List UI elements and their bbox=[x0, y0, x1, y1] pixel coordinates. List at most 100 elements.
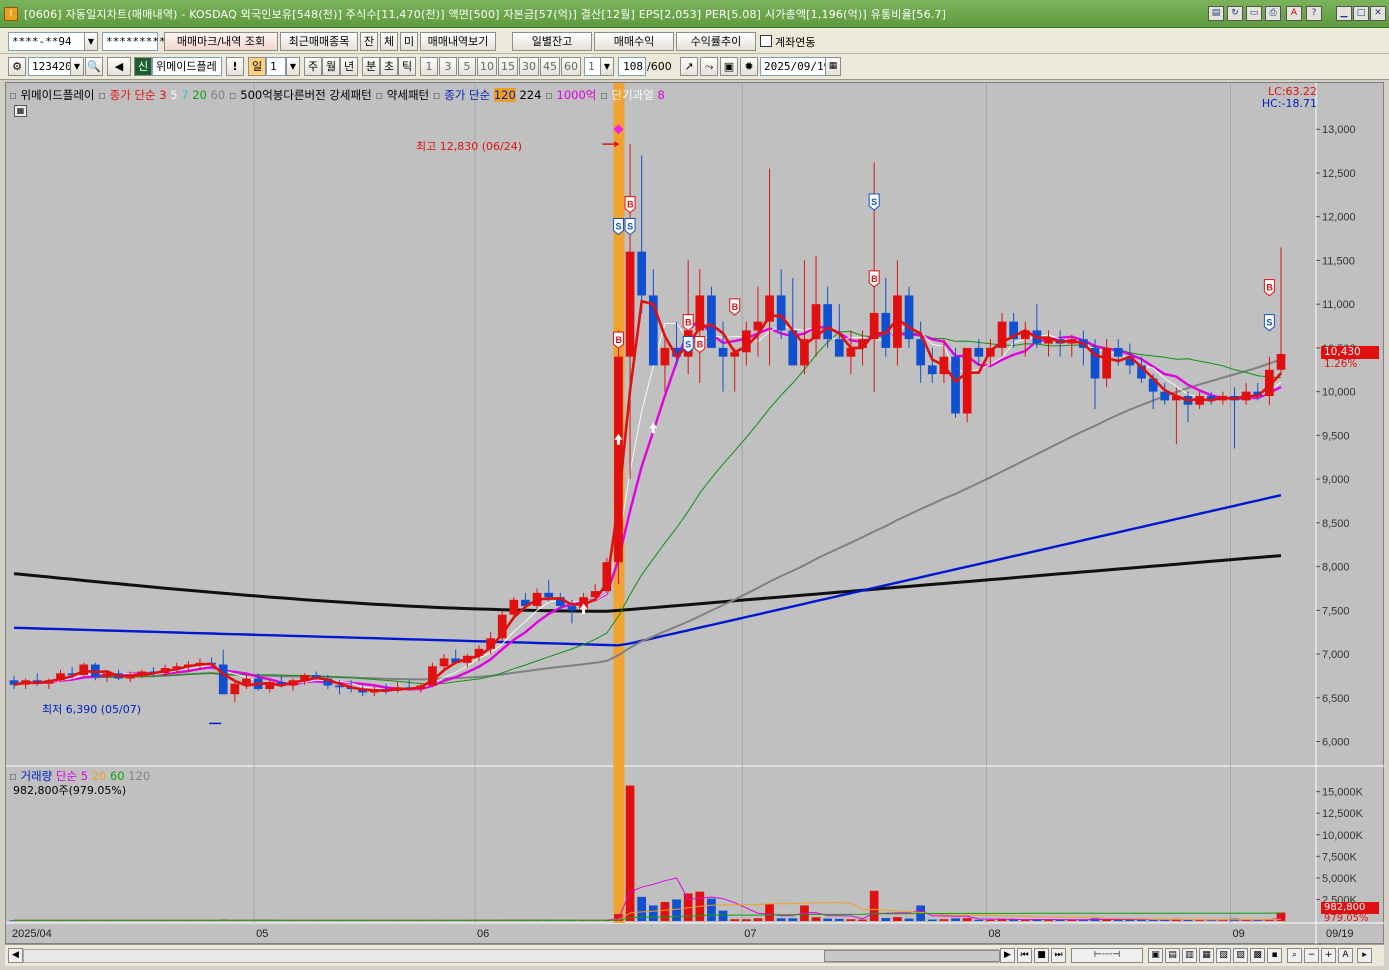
stop-icon[interactable]: ■ bbox=[1034, 948, 1049, 963]
trade-marker-label: B bbox=[685, 318, 692, 328]
layout-icon-1[interactable]: ▣ bbox=[1148, 948, 1163, 963]
interval-10-button[interactable]: 10 bbox=[477, 57, 497, 76]
calendar-icon[interactable]: ▦ bbox=[825, 57, 841, 76]
daily-balance-button[interactable]: 일별잔고 bbox=[512, 32, 592, 51]
minimize-icon[interactable]: ▁ bbox=[1336, 6, 1352, 21]
y-tick-label: 11,000 bbox=[1322, 299, 1355, 311]
volume-bar bbox=[1195, 920, 1204, 921]
scroll-end-icon[interactable]: ▸ bbox=[1357, 948, 1372, 963]
layout-icon-3[interactable]: ▥ bbox=[1182, 948, 1197, 963]
trend-tool-icon[interactable]: ↗ bbox=[680, 57, 698, 76]
date-field[interactable]: 2025/09/19 bbox=[760, 57, 830, 76]
interval-60-button[interactable]: 60 bbox=[561, 57, 581, 76]
layout-icon-5[interactable]: ▧ bbox=[1216, 948, 1231, 963]
chart-area[interactable]: 13,00012,50012,00011,50011,00010,50010,0… bbox=[5, 82, 1385, 945]
candle-body bbox=[567, 605, 577, 611]
maximize-icon[interactable]: □ bbox=[1353, 6, 1369, 21]
vol-legend-ma5: 5 bbox=[80, 769, 89, 783]
volume-bar bbox=[858, 919, 867, 921]
font-size-button[interactable]: A bbox=[1338, 948, 1353, 963]
magnify-icon[interactable]: ⌕ bbox=[1287, 948, 1302, 963]
mark-query-button[interactable]: 매매마크/내역 조회 bbox=[164, 32, 278, 51]
history-button[interactable]: 매매내역보기 bbox=[420, 32, 496, 51]
link-icon[interactable]: ▤ bbox=[1208, 6, 1224, 21]
range-slider-icon[interactable]: ⊢┈┈⊣ bbox=[1071, 948, 1143, 963]
indicator-icon[interactable]: ⤳ bbox=[700, 57, 718, 76]
help-icon[interactable]: ? bbox=[1306, 6, 1322, 21]
candle-body bbox=[439, 658, 449, 667]
volume-bar bbox=[625, 785, 635, 921]
candle-body bbox=[904, 295, 914, 340]
interval-45-button[interactable]: 45 bbox=[540, 57, 560, 76]
y-tick-label: 7,000 bbox=[1322, 649, 1350, 661]
interval-15-button[interactable]: 15 bbox=[498, 57, 518, 76]
vol-legend-ma60: 60 bbox=[109, 769, 125, 783]
period-min-button[interactable]: 분 bbox=[362, 57, 380, 76]
candle-body bbox=[695, 295, 705, 331]
grid-icon[interactable]: ▦ bbox=[14, 105, 27, 117]
font-icon[interactable]: A bbox=[1286, 6, 1302, 21]
recent-stocks-button[interactable]: 최근매매종목 bbox=[280, 32, 358, 51]
zoom-in-button[interactable]: + bbox=[1321, 948, 1336, 963]
interval-1-button[interactable]: 1 bbox=[420, 57, 438, 76]
candle-count-max: /600 bbox=[647, 60, 672, 73]
che-button[interactable]: 체 bbox=[380, 32, 398, 51]
scroll-left-icon[interactable]: ◀ bbox=[8, 948, 23, 963]
trade-profit-button[interactable]: 매매수익 bbox=[594, 32, 674, 51]
jan-button[interactable]: 잔 bbox=[360, 32, 378, 51]
legend-ma60: 60 bbox=[210, 88, 226, 102]
horizontal-scrollbar[interactable]: ◀ ▶ ⏮ ■ ⏭ ⊢┈┈⊣ ▣ ▤ ▥ ▦ ▧ ▨ ▩ ▪ ⌕ − + A ▸ bbox=[5, 944, 1384, 966]
search-icon[interactable]: 🔍 bbox=[85, 57, 103, 76]
code-dropdown-icon[interactable]: ▼ bbox=[70, 57, 84, 76]
sin-badge[interactable]: 신 bbox=[134, 57, 152, 76]
period-day-button[interactable]: 일 bbox=[248, 57, 266, 76]
interval-30-button[interactable]: 30 bbox=[519, 57, 539, 76]
scroll-thumb[interactable] bbox=[824, 950, 1000, 962]
layout-icon-6[interactable]: ▨ bbox=[1233, 948, 1248, 963]
period-tick-button[interactable]: 틱 bbox=[398, 57, 416, 76]
scroll-right-icon[interactable]: ▶ bbox=[1000, 948, 1015, 963]
period-week-button[interactable]: 주 bbox=[304, 57, 322, 76]
account-link-label: 계좌연동 bbox=[775, 36, 816, 49]
password-input[interactable]: ********* bbox=[102, 32, 166, 51]
period-num-field[interactable]: 1 bbox=[266, 57, 286, 76]
y-tick-label: 9,000 bbox=[1322, 474, 1350, 486]
volume-bar bbox=[730, 919, 740, 921]
period-sec-button[interactable]: 초 bbox=[380, 57, 398, 76]
print-icon[interactable]: ⎙ bbox=[1265, 6, 1281, 21]
save-icon[interactable]: ▣ bbox=[720, 57, 738, 76]
interval-3-button[interactable]: 3 bbox=[439, 57, 457, 76]
interval-5-button[interactable]: 5 bbox=[458, 57, 476, 76]
last-icon[interactable]: ⏭ bbox=[1051, 948, 1066, 963]
vol-y-tick-label: 7,500K bbox=[1322, 851, 1358, 863]
speaker-icon[interactable]: ◀ bbox=[107, 57, 131, 76]
layout-icon-2[interactable]: ▤ bbox=[1165, 948, 1180, 963]
zoom-out-button[interactable]: − bbox=[1304, 948, 1319, 963]
account-link-checkbox[interactable] bbox=[760, 35, 772, 47]
period-month-button[interactable]: 월 bbox=[322, 57, 340, 76]
vol-current: 982,800주(979.05%) bbox=[13, 784, 127, 797]
chevron-down-icon[interactable]: ▼ bbox=[84, 32, 98, 51]
interval-dropdown-icon[interactable]: ▼ bbox=[600, 57, 614, 76]
settings-icon[interactable]: ✹ bbox=[740, 57, 758, 76]
layout-icon-7[interactable]: ▩ bbox=[1250, 948, 1265, 963]
close-icon[interactable]: ✕ bbox=[1370, 6, 1386, 21]
tool-icon[interactable]: ⚙ bbox=[8, 57, 26, 76]
price-chart[interactable]: 13,00012,50012,00011,50011,00010,50010,0… bbox=[6, 83, 1385, 945]
stock-name-field[interactable]: 위메이드플레 bbox=[152, 57, 222, 76]
legend-ma5: 5 bbox=[170, 88, 178, 102]
candle-count-field[interactable]: 108 bbox=[618, 57, 646, 76]
mi-button[interactable]: 미 bbox=[400, 32, 418, 51]
screen-icon[interactable]: ▭ bbox=[1246, 6, 1262, 21]
alert-button[interactable]: ! bbox=[226, 57, 244, 76]
period-dropdown-icon[interactable]: ▼ bbox=[286, 57, 300, 76]
layout-icon-8[interactable]: ▪ bbox=[1267, 948, 1282, 963]
scroll-track[interactable] bbox=[23, 949, 1000, 963]
return-trend-button[interactable]: 수익률추이 bbox=[676, 32, 756, 51]
refresh-icon[interactable]: ↻ bbox=[1227, 6, 1243, 21]
period-year-button[interactable]: 년 bbox=[340, 57, 358, 76]
y-tick-label: 8,500 bbox=[1322, 518, 1350, 530]
layout-icon-4[interactable]: ▦ bbox=[1199, 948, 1214, 963]
first-icon[interactable]: ⏮ bbox=[1017, 948, 1032, 963]
x-tick-label: 07 bbox=[744, 928, 756, 940]
